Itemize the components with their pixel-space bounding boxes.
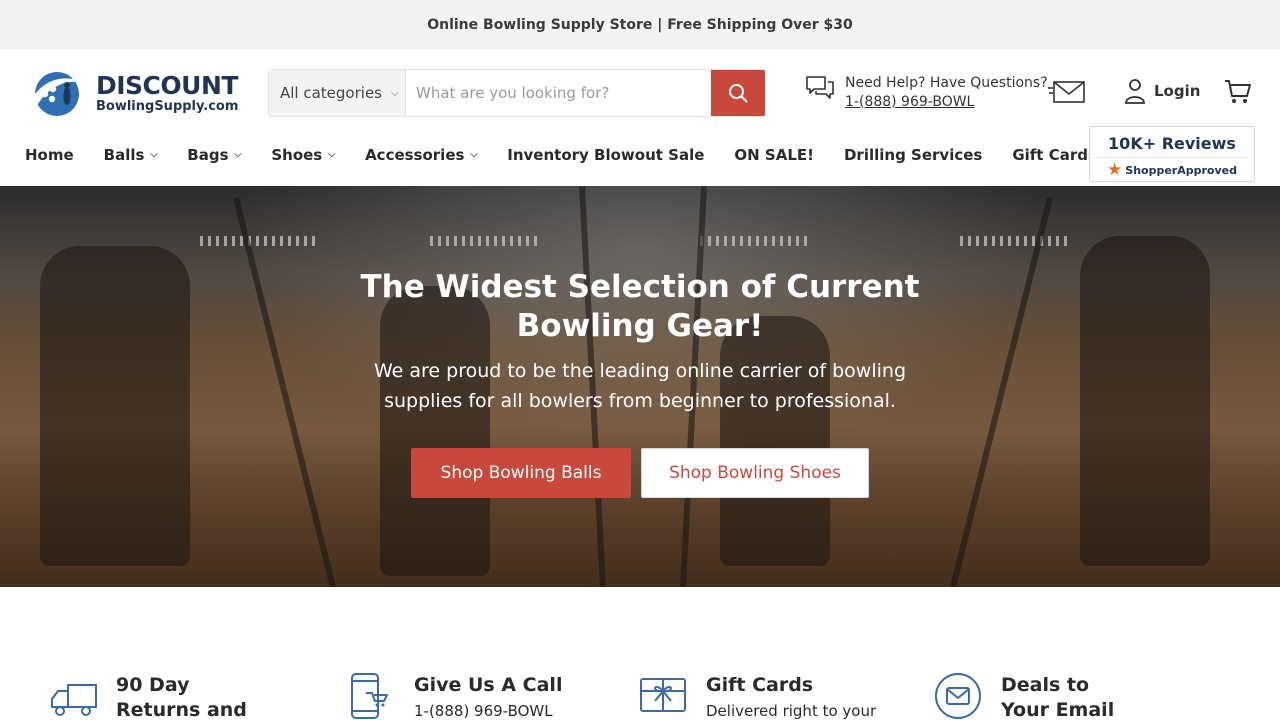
nav-item-accessories[interactable]: Accessories ⌵ <box>365 146 477 164</box>
logo-line2: BowlingSupply.com <box>96 99 239 114</box>
phone-icon <box>351 673 388 719</box>
chevron-down-icon: ⌵ <box>328 150 336 160</box>
email-icon <box>935 673 981 719</box>
star-icon: ★ <box>1107 160 1123 180</box>
feature-returns: 90 Day Returns and Exchanges <box>50 673 276 720</box>
chevron-down-icon: ⌵ <box>470 150 478 160</box>
search-bar: All categories ⌵ <box>268 69 766 117</box>
nav-item-on-sale[interactable]: ON SALE! <box>734 146 814 164</box>
chevron-down-icon: ⌵ <box>391 87 399 99</box>
feature-title: Deals to Your Email <box>1001 674 1115 720</box>
reviews-provider: ShopperApproved <box>1125 163 1237 177</box>
login-label: Login <box>1154 82 1201 100</box>
main-nav: Home Balls ⌵ Bags ⌵ Shoes ⌵ Accessories ⌵ In… <box>25 140 1127 170</box>
bowling-logo-icon <box>25 70 89 116</box>
shop-bowling-shoes-button[interactable]: Shop Bowling Shoes <box>641 448 869 498</box>
feature-gift-cards: Gift Cards Delivered right to your <box>640 673 876 720</box>
chevron-down-icon: ⌵ <box>150 150 158 160</box>
category-select[interactable]: All categories ⌵ <box>269 70 406 116</box>
hero-title: The Widest Selection of Current Bowling … <box>360 269 920 344</box>
hero-banner: The Widest Selection of Current Bowling … <box>0 186 1280 587</box>
newsletter-button[interactable] <box>1048 78 1086 110</box>
login-link[interactable]: Login <box>1124 78 1200 104</box>
search-icon <box>729 84 748 103</box>
nav-item-home[interactable]: Home <box>25 146 74 164</box>
feature-title: Gift Cards <box>706 674 814 696</box>
search-button[interactable] <box>711 70 765 116</box>
nav-item-bags[interactable]: Bags ⌵ <box>187 146 241 164</box>
reviews-count: 10K+ Reviews <box>1108 134 1236 153</box>
logo-line1: DISCOUNT <box>96 71 238 100</box>
search-input[interactable] <box>406 70 711 116</box>
envelope-icon <box>1048 81 1085 103</box>
announcement-text: Online Bowling Supply Store | Free Shipp… <box>427 17 853 33</box>
feature-email-deals: Deals to Your Email <box>935 673 1141 720</box>
chevron-down-icon: ⌵ <box>234 150 242 160</box>
category-select-value: All categories <box>280 84 382 102</box>
features-row: 90 Day Returns and Exchanges Give Us A C… <box>0 587 1280 720</box>
feature-title: 90 Day Returns and Exchanges <box>116 674 247 720</box>
site-logo[interactable]: DISCOUNT BowlingSupply.com <box>25 70 250 116</box>
gift-card-icon <box>640 678 686 712</box>
nav-item-shoes[interactable]: Shoes ⌵ <box>271 146 335 164</box>
nav-item-gift-cards[interactable]: Gift Cards <box>1012 146 1097 164</box>
feature-desc: Delivered right to your <box>706 702 877 720</box>
hero-subtitle: We are proud to be the leading online ca… <box>373 360 907 412</box>
nav-item-inventory-blowout-sale[interactable]: Inventory Blowout Sale <box>507 146 704 164</box>
nav-item-drilling-services[interactable]: Drilling Services <box>844 146 982 164</box>
shop-bowling-balls-button[interactable]: Shop Bowling Balls <box>411 448 631 498</box>
help-contact: Need Help? Have Questions? 1-(888) 969-B… <box>805 74 1048 112</box>
feature-title: Give Us A Call <box>414 674 563 696</box>
reviews-badge[interactable]: 10K+ Reviews ★ ShopperApproved <box>1089 126 1255 182</box>
help-phone-link[interactable]: 1-(888) 969-BOWL <box>845 93 1048 112</box>
nav-item-balls[interactable]: Balls ⌵ <box>104 146 158 164</box>
announcement-bar: Online Bowling Supply Store | Free Shipp… <box>0 0 1280 50</box>
chat-icon <box>806 76 834 99</box>
feature-phone[interactable]: 1-(888) 969-BOWL <box>414 700 562 720</box>
cart-button[interactable] <box>1224 79 1252 109</box>
truck-icon <box>51 684 97 716</box>
help-label: Need Help? Have Questions? <box>845 75 1048 91</box>
user-icon <box>1125 79 1145 104</box>
site-header: DISCOUNT BowlingSupply.com All categorie… <box>0 50 1280 186</box>
feature-call: Give Us A Call 1-(888) 969-BOWL <box>348 673 562 720</box>
cart-icon <box>1225 80 1251 103</box>
